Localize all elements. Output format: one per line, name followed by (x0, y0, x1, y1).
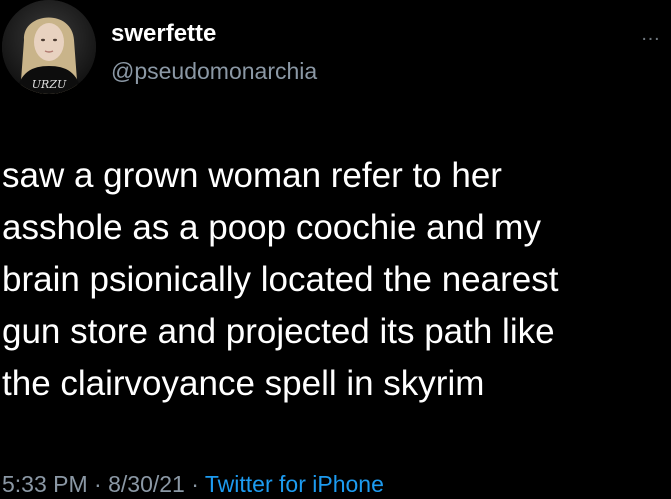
more-options-icon[interactable]: … (637, 24, 665, 44)
tweet-card: URZU swerfette @pseudomonarchia … saw a … (0, 0, 671, 499)
tweet-text-line: saw a grown woman refer to her (2, 156, 502, 195)
tweet-text: saw a grown woman refer to her asshole a… (2, 150, 662, 410)
tweet-source-link[interactable]: Twitter for iPhone (205, 471, 384, 497)
tweet-text-line: brain psionically located the nearest (2, 260, 559, 299)
tweet-metadata: 5:33 PM · 8/30/21 · Twitter for iPhone (2, 470, 384, 498)
avatar[interactable]: URZU (2, 0, 96, 94)
user-handle[interactable]: @pseudomonarchia (111, 57, 317, 85)
svg-text:URZU: URZU (32, 78, 67, 91)
avatar-image: URZU (2, 0, 96, 94)
meta-separator: · (87, 471, 109, 497)
tweet-text-line: gun store and projected its path like (2, 312, 555, 351)
tweet-text-line: asshole as a poop coochie and my (2, 208, 541, 247)
tweet-time[interactable]: 5:33 PM (2, 471, 88, 497)
tweet-date[interactable]: 8/30/21 (108, 471, 185, 497)
meta-separator: · (184, 471, 205, 497)
display-name[interactable]: swerfette (111, 20, 216, 48)
tweet-text-line: the clairvoyance spell in skyrim (2, 364, 485, 403)
